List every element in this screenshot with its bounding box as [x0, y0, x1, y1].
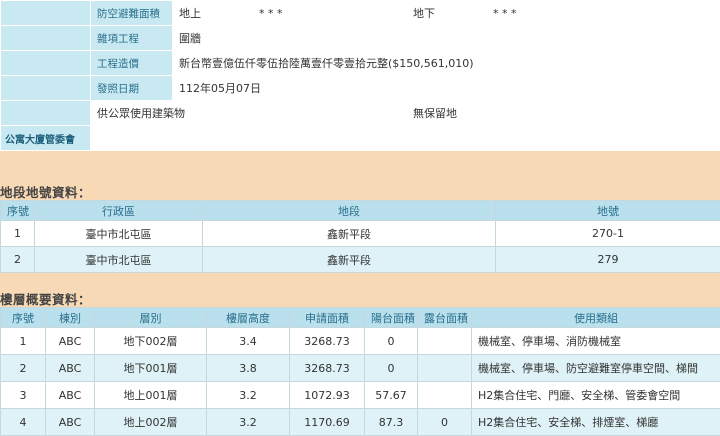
floor-building: ABC	[46, 409, 95, 436]
floor-balcony: 87.3	[365, 409, 418, 436]
side-cell	[1, 51, 91, 76]
issue-label: 發照日期	[91, 76, 173, 101]
floors-header-terrace: 露台面積	[418, 308, 472, 328]
floor-terrace	[418, 382, 472, 409]
floor-building: ABC	[46, 328, 95, 355]
floor-terrace: 0	[418, 409, 472, 436]
floor-usage: 機械室、停車場、防空避難室停車空間、梯間	[472, 355, 720, 382]
cost-value: 新台幣壹億伍仟零伍拾陸萬壹仟零壹拾元整($150,561,010)	[173, 51, 720, 76]
issue-value: 112年05月07日	[173, 76, 720, 101]
floor-height: 3.2	[207, 409, 290, 436]
public-row: 供公眾使用建築物 無保留地	[1, 101, 720, 126]
floor-terrace	[418, 328, 472, 355]
misc-value: 圍牆	[173, 26, 720, 51]
side-cell	[1, 1, 91, 26]
floors-header-building: 棟別	[46, 308, 95, 328]
land-table: 序號 行政區 地段 地號 1 臺中市北屯區 鑫新平段 270-1 2 臺中市北屯…	[0, 200, 720, 273]
floors-header-floor: 層別	[95, 308, 207, 328]
floors-header-usage: 使用類組	[472, 308, 720, 328]
cost-label: 工程造價	[91, 51, 173, 76]
public-use: 供公眾使用建築物	[91, 101, 407, 126]
land-lot: 270-1	[496, 221, 720, 247]
side-cell	[1, 26, 91, 51]
floor-balcony: 0	[365, 328, 418, 355]
floor-balcony: 57.67	[365, 382, 418, 409]
land-header-section: 地段	[203, 201, 496, 221]
misc-label: 雜項工程	[91, 26, 173, 51]
floor-area: 3268.73	[290, 328, 365, 355]
land-section: 鑫新平段	[203, 221, 496, 247]
no-reserve: 無保留地	[407, 101, 720, 126]
land-seq: 2	[1, 247, 35, 273]
floor-terrace	[418, 355, 472, 382]
table-row: 1 ABC 地下002層 3.4 3268.73 0 機械室、停車場、消防機械室	[1, 328, 720, 355]
land-header-lot: 地號	[496, 201, 720, 221]
land-section-title: 地段地號資料：	[0, 182, 91, 201]
above-label: 地上	[173, 1, 253, 26]
floor-height: 3.2	[207, 382, 290, 409]
floor-seq: 4	[1, 409, 46, 436]
table-row: 3 ABC 地上001層 3.2 1072.93 57.67 H2集合住宅、門廳…	[1, 382, 720, 409]
floor-height: 3.8	[207, 355, 290, 382]
side-cell	[1, 76, 91, 101]
floor-usage: H2集合住宅、門廳、安全梯、管委會空間	[472, 382, 720, 409]
table-row: 2 ABC 地下001層 3.8 3268.73 0 機械室、停車場、防空避難室…	[1, 355, 720, 382]
cost-row: 工程造價 新台幣壹億伍仟零伍拾陸萬壹仟零壹拾元整($150,561,010)	[1, 51, 720, 76]
floors-header-height: 樓層高度	[207, 308, 290, 328]
floor-seq: 2	[1, 355, 46, 382]
land-section: 鑫新平段	[203, 247, 496, 273]
above-value: * * *	[253, 1, 407, 26]
misc-row: 雜項工程 圍牆	[1, 26, 720, 51]
floor-building: ABC	[46, 382, 95, 409]
land-seq: 1	[1, 221, 35, 247]
table-row: 1 臺中市北屯區 鑫新平段 270-1	[1, 221, 720, 247]
floor-level: 地下002層	[95, 328, 207, 355]
below-label: 地下	[407, 1, 487, 26]
committee-row: 公寓大廈管委會	[1, 126, 720, 151]
shelter-row: 防空避難面積 地上 * * * 地下 * * *	[1, 1, 720, 26]
floor-area: 3268.73	[290, 355, 365, 382]
land-lot: 279	[496, 247, 720, 273]
floor-level: 地下001層	[95, 355, 207, 382]
land-district: 臺中市北屯區	[35, 247, 203, 273]
floor-balcony: 0	[365, 355, 418, 382]
land-header-seq: 序號	[1, 201, 35, 221]
issue-row: 發照日期 112年05月07日	[1, 76, 720, 101]
floors-table: 序號 棟別 層別 樓層高度 申請面積 陽台面積 露台面積 使用類組 1 ABC …	[0, 307, 720, 436]
floor-seq: 3	[1, 382, 46, 409]
floor-seq: 1	[1, 328, 46, 355]
floor-area: 1170.69	[290, 409, 365, 436]
floor-area: 1072.93	[290, 382, 365, 409]
floors-header-balcony: 陽台面積	[365, 308, 418, 328]
land-district: 臺中市北屯區	[35, 221, 203, 247]
floor-usage: 機械室、停車場、消防機械室	[472, 328, 720, 355]
committee-label: 公寓大廈管委會	[1, 126, 91, 151]
committee-value	[91, 126, 720, 151]
building-info-table: 防空避難面積 地上 * * * 地下 * * * 雜項工程 圍牆 工程造價 新台…	[0, 0, 720, 151]
floor-building: ABC	[46, 355, 95, 382]
table-row: 2 臺中市北屯區 鑫新平段 279	[1, 247, 720, 273]
side-cell	[1, 101, 91, 126]
shelter-label: 防空避難面積	[91, 1, 173, 26]
floors-section-title: 樓層概要資料：	[0, 289, 91, 308]
floor-level: 地上002層	[95, 409, 207, 436]
floors-header-seq: 序號	[1, 308, 46, 328]
floor-level: 地上001層	[95, 382, 207, 409]
floors-header-area: 申請面積	[290, 308, 365, 328]
below-value: * * *	[487, 1, 720, 26]
floor-height: 3.4	[207, 328, 290, 355]
table-row: 4 ABC 地上002層 3.2 1170.69 87.3 0 H2集合住宅、安…	[1, 409, 720, 436]
floor-usage: H2集合住宅、安全梯、排煙室、梯廳	[472, 409, 720, 436]
land-header-district: 行政區	[35, 201, 203, 221]
floors-header-row: 序號 棟別 層別 樓層高度 申請面積 陽台面積 露台面積 使用類組	[1, 308, 720, 328]
land-header-row: 序號 行政區 地段 地號	[1, 201, 720, 221]
